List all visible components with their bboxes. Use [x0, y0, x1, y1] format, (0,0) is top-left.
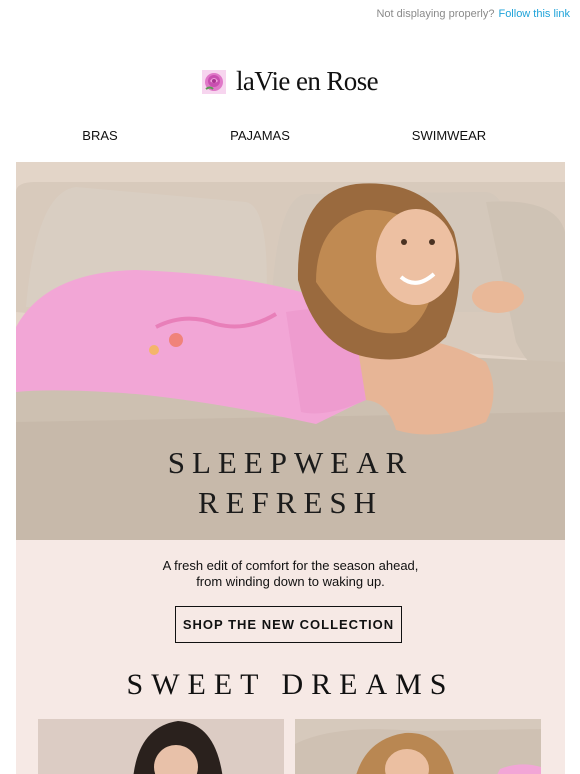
section-title: SWEET DREAMS: [126, 668, 455, 701]
product-card-right[interactable]: [295, 719, 541, 774]
hero-image: [16, 162, 565, 540]
brand-logo-text: laVie en Rose: [235, 66, 379, 96]
product-image-right: [295, 719, 541, 774]
promo-tagline-line1: A fresh edit of comfort for the season a…: [162, 558, 419, 573]
promo-tagline-line2: from winding down to waking up.: [196, 574, 385, 589]
hero-title-line2: REFRESH: [197, 485, 384, 520]
brand-header[interactable]: laVie en Rose: [0, 66, 580, 97]
rose-icon: [201, 69, 226, 94]
main-nav: BRAS PAJAMAS SWIMWEAR: [0, 128, 580, 146]
hero-title-line1: SLEEPWEAR: [167, 445, 414, 480]
nav-item-bras[interactable]: BRAS: [82, 128, 117, 143]
product-image-left: [38, 719, 284, 774]
preheader-text: Not displaying properly?: [376, 8, 495, 20]
email-page: Not displaying properly? Follow this link…: [0, 0, 580, 774]
product-card-left[interactable]: [38, 719, 284, 774]
nav-item-swimwear[interactable]: SWIMWEAR: [412, 128, 486, 143]
view-in-browser-link[interactable]: Follow this link: [498, 8, 570, 20]
nav-item-pajamas[interactable]: PAJAMAS: [230, 128, 290, 143]
promo-section: A fresh edit of comfort for the season a…: [16, 540, 565, 774]
hero-banner[interactable]: SLEEPWEAR REFRESH: [16, 162, 565, 540]
promo-tagline: A fresh edit of comfort for the season a…: [16, 558, 565, 590]
preheader: Not displaying properly? Follow this link: [376, 8, 570, 20]
shop-collection-button[interactable]: SHOP THE NEW COLLECTION: [175, 606, 402, 643]
